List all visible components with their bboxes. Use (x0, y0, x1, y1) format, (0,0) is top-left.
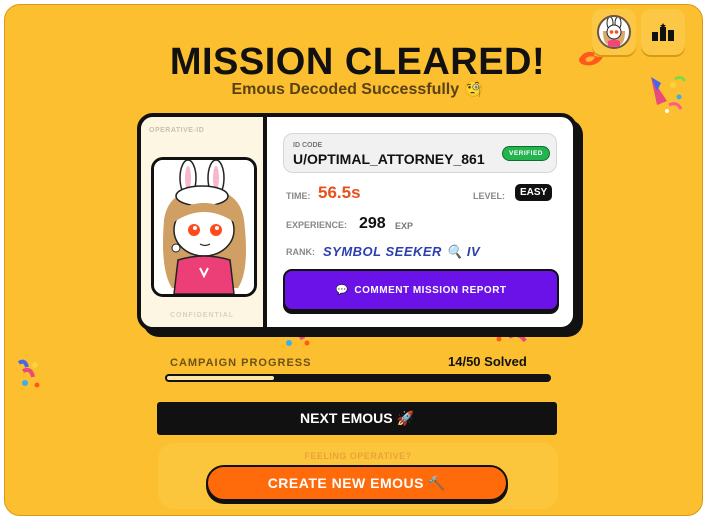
avatar (151, 157, 257, 297)
comment-button-label: COMMENT MISSION REPORT (354, 284, 507, 296)
level-label: LEVEL: (473, 191, 506, 201)
create-new-emous-button[interactable]: CREATE NEW EMOUS 🔨 (206, 465, 508, 501)
experience-value: 298 (359, 215, 386, 232)
operative-id-panel: OPERATIVE-ID CONFIDENTIAL (141, 117, 267, 327)
username: U/OPTIMAL_ATTORNEY_861 (293, 151, 485, 167)
page-subtitle: Emous Decoded Successfully 🧐 (231, 81, 484, 98)
podium-icon (652, 23, 674, 41)
time-label: TIME: (286, 191, 311, 201)
rank-label: RANK: (286, 247, 315, 257)
next-emous-button[interactable]: NEXT EMOUS 🚀 (157, 402, 557, 435)
experience-label: EXPERIENCE: (286, 220, 348, 230)
campaign-progress-label: CAMPAIGN PROGRESS (170, 357, 312, 369)
mission-panel: MISSION CLEARED! Emous Decoded Successfu… (4, 4, 703, 516)
level-badge: EASY (515, 184, 553, 201)
progress-bar-fill (167, 376, 274, 380)
verified-badge: VERIFIED (502, 146, 550, 161)
fire-icon (579, 51, 603, 66)
progress-bar (165, 374, 551, 382)
party-popper-icon (651, 76, 687, 113)
rank-value: SYMBOL SEEKER 🔍 IV (323, 244, 481, 259)
comment-mission-report-button[interactable]: 💬 COMMENT MISSION REPORT (283, 269, 559, 311)
id-code-box: ID CODE U/OPTIMAL_ATTORNEY_861 VERIFIED (283, 133, 557, 173)
experience-unit: EXP (395, 221, 414, 231)
campaign-progress-value: 14/50 Solved (448, 354, 527, 369)
operative-card: OPERATIVE-ID CONFIDENTIAL ID CODE U/OPTI… (137, 113, 577, 331)
feeling-operative-label: FEELING OPERATIVE? (304, 451, 412, 461)
time-value: 56.5s (318, 183, 361, 202)
operative-id-label: OPERATIVE-ID (149, 127, 205, 134)
confetti-icon (17, 359, 40, 388)
confidential-label: CONFIDENTIAL (169, 312, 235, 319)
id-code-label: ID CODE (293, 142, 323, 149)
create-section: FEELING OPERATIVE? CREATE NEW EMOUS 🔨 (158, 443, 558, 509)
speech-bubble-icon: 💬 (335, 284, 349, 296)
